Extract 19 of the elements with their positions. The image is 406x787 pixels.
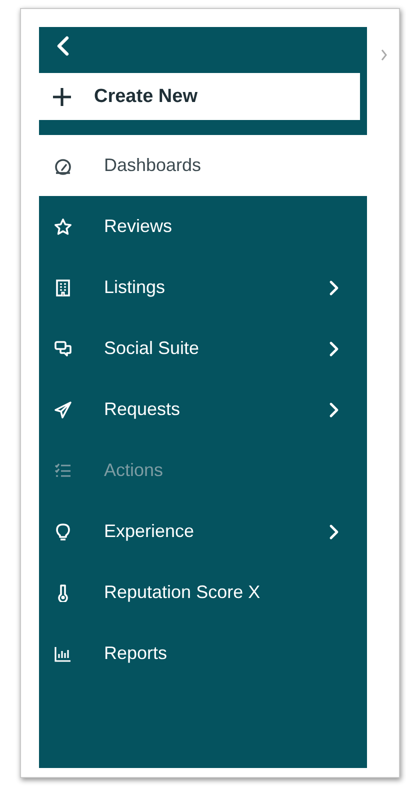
menu-item[interactable]: Experience [39, 501, 367, 562]
bar-chart-icon [54, 644, 72, 662]
back-chevron-icon[interactable] [56, 36, 70, 56]
menu-item[interactable]: Reports [39, 623, 367, 684]
building-icon [54, 278, 72, 296]
menu-item[interactable]: Reputation Score X [39, 562, 367, 623]
paper-plane-icon [54, 400, 72, 418]
star-icon [54, 218, 72, 236]
gauge-icon [54, 156, 72, 174]
lightbulb-icon [54, 522, 72, 540]
create-new-button[interactable]: Create New [39, 73, 360, 120]
menu-item[interactable]: Dashboards [39, 135, 367, 196]
menu-item[interactable]: Listings [39, 257, 367, 318]
plus-icon [52, 86, 72, 106]
menu-item[interactable]: Reviews [39, 196, 367, 257]
menu-item[interactable]: Social Suite [39, 318, 367, 379]
chat-bubbles-icon [54, 340, 72, 358]
checklist-icon [54, 462, 72, 480]
menu-item[interactable]: Requests [39, 379, 367, 440]
